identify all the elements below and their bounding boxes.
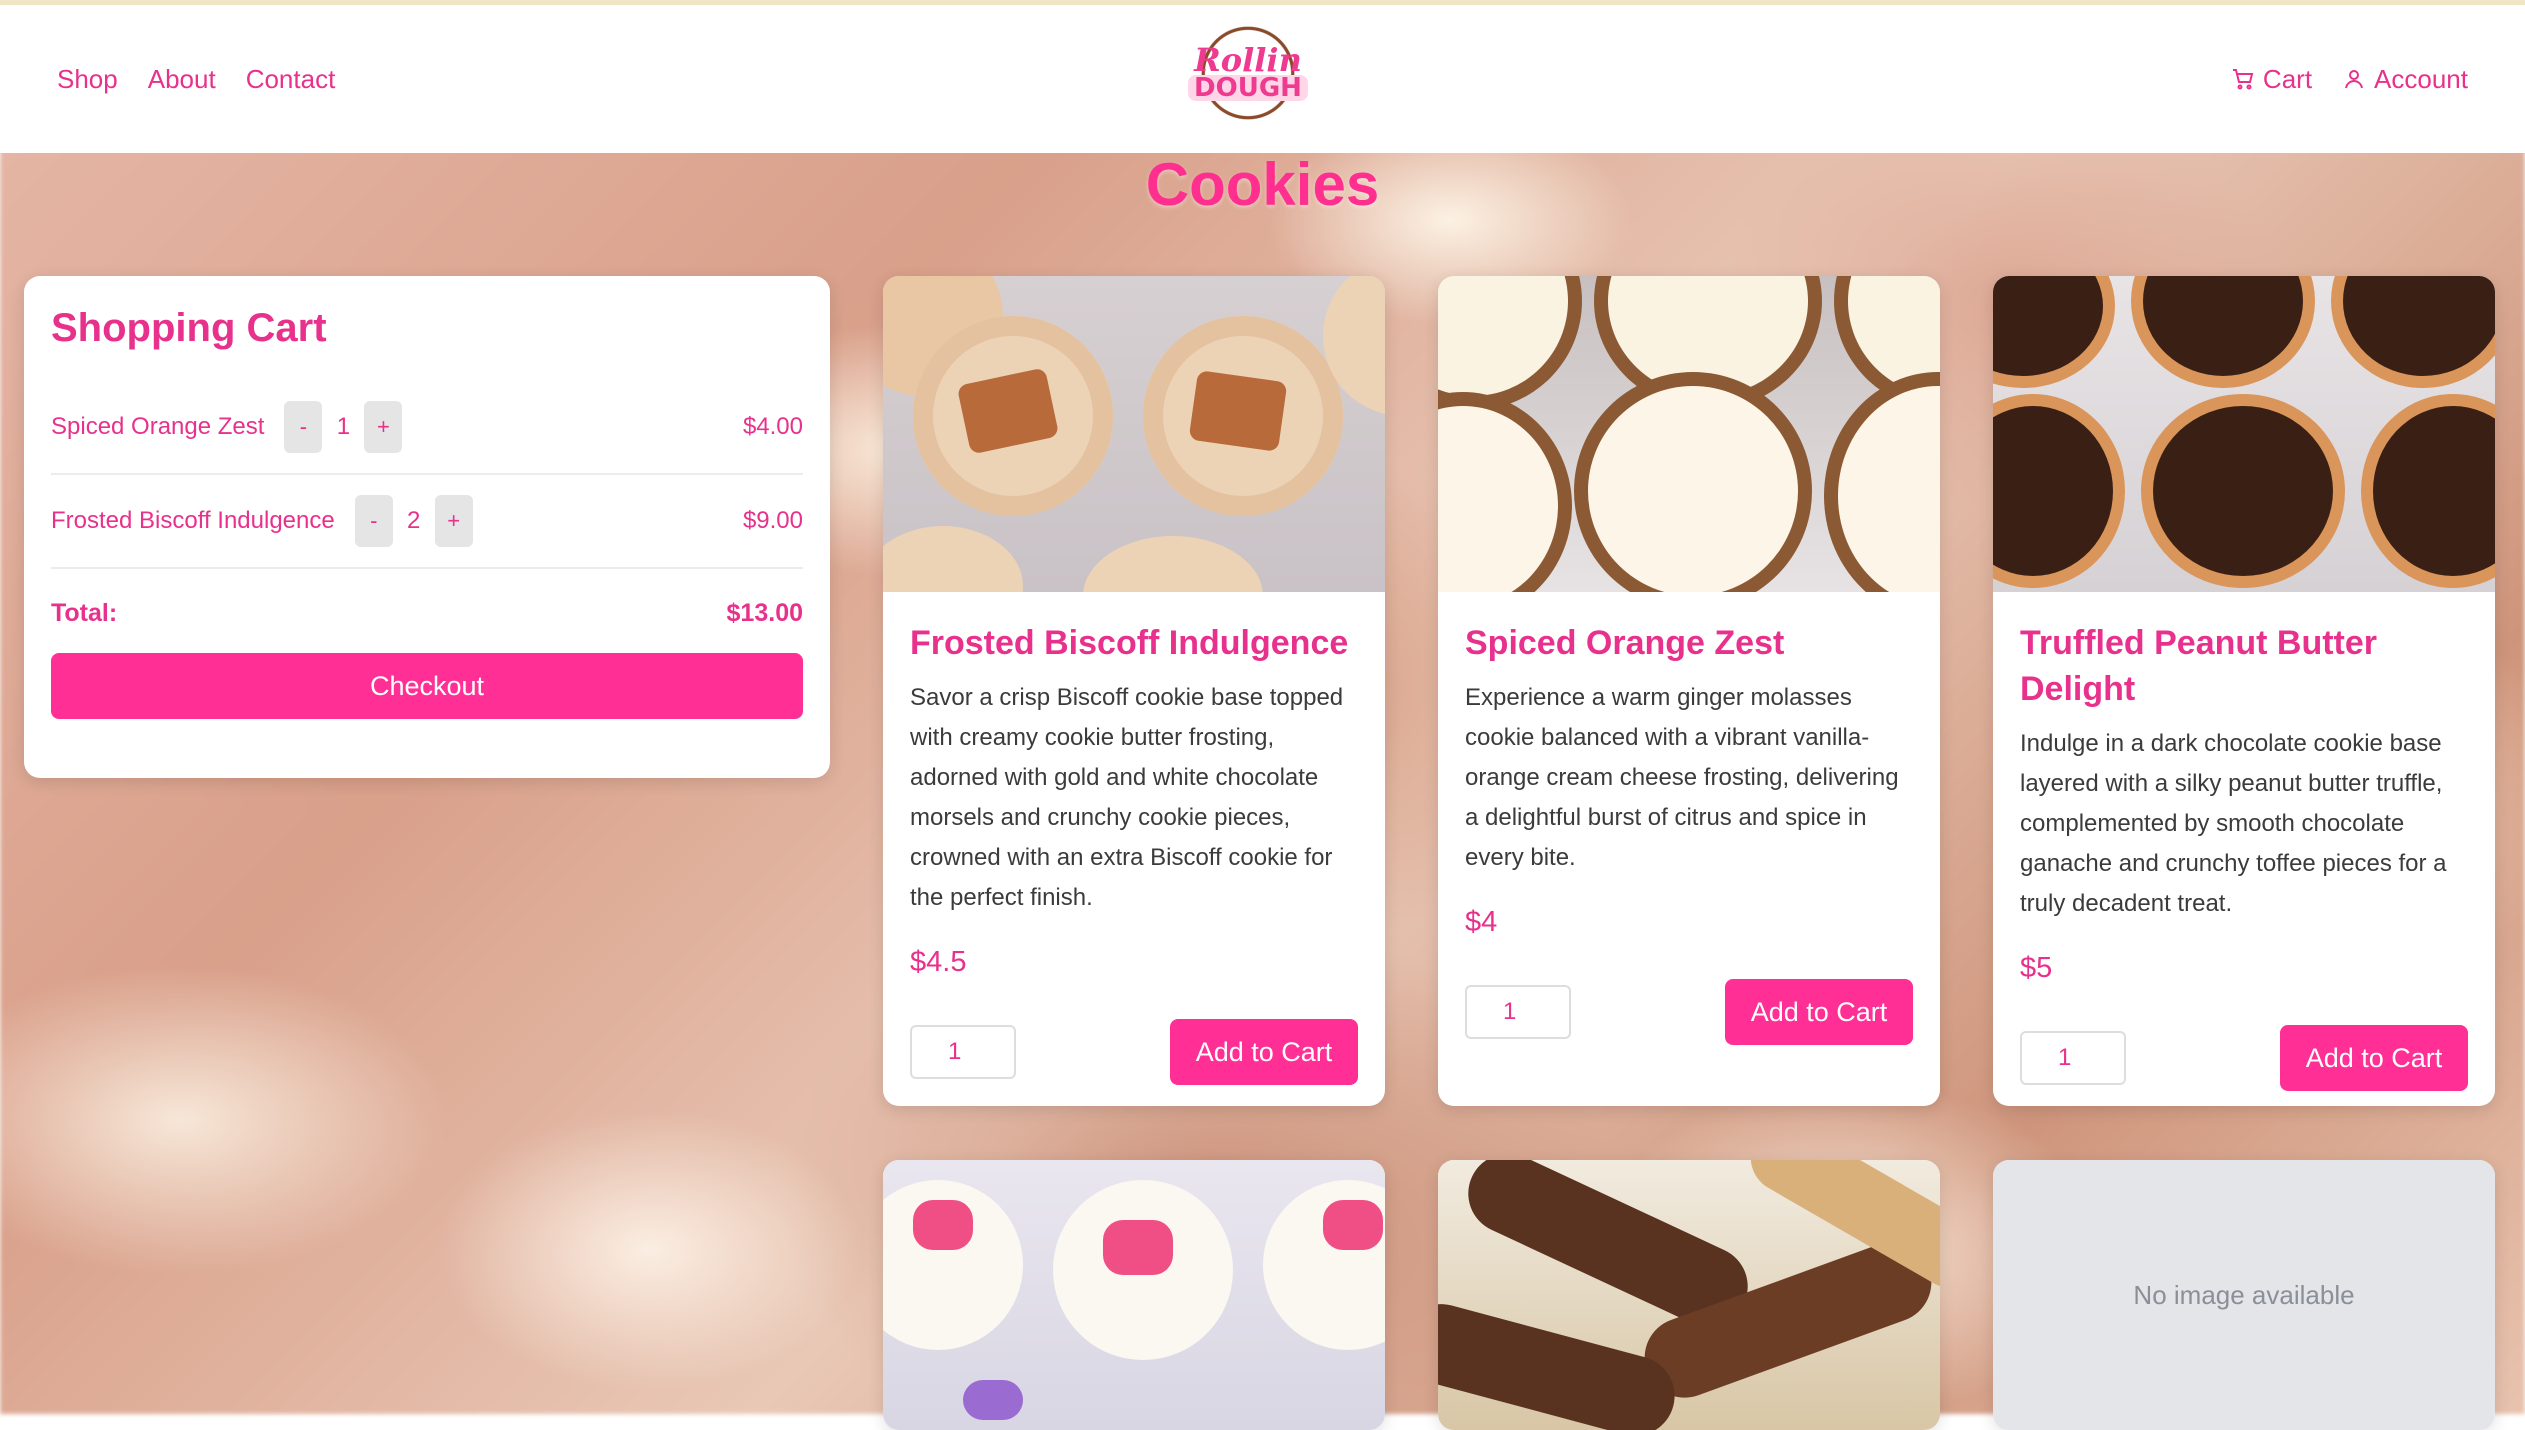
decrease-quantity-button[interactable]: - — [284, 401, 323, 453]
cart-title: Shopping Cart — [51, 306, 327, 350]
nav-about-link[interactable]: About — [148, 64, 216, 95]
product-actions: Add to Cart — [2020, 1025, 2468, 1091]
cart-item: Frosted Biscoff Indulgence - 2 + $9.00 — [51, 475, 803, 569]
cart-item-name: Frosted Biscoff Indulgence — [51, 507, 335, 534]
product-card — [883, 1160, 1385, 1430]
total-label: Total: — [51, 599, 118, 627]
total-value: $13.00 — [726, 599, 803, 627]
cart-item: Spiced Orange Zest - 1 + $4.00 — [51, 381, 803, 475]
product-card-body: Frosted Biscoff Indulgence Savor a crisp… — [883, 592, 1385, 1106]
product-description: Experience a warm ginger molasses cookie… — [1465, 684, 1899, 871]
nav-left: Shop About Contact — [57, 64, 335, 95]
nav-right: Cart Account — [2231, 64, 2468, 95]
product-image — [1993, 276, 2495, 592]
cart-item-quantity: 2 — [407, 507, 421, 534]
product-description: Indulge in a dark chocolate cookie base … — [2020, 730, 2447, 917]
quantity-stepper: - 1 + — [284, 401, 403, 453]
product-card: No image available — [1993, 1160, 2495, 1430]
nav-contact-link[interactable]: Contact — [246, 64, 336, 95]
product-title: Spiced Orange Zest — [1465, 624, 1785, 662]
product-price: $4.5 — [910, 946, 967, 978]
quantity-input[interactable] — [2020, 1031, 2126, 1085]
cart-icon — [2232, 69, 2254, 90]
product-image — [883, 276, 1385, 592]
product-image — [1438, 1160, 1940, 1430]
add-to-cart-button[interactable]: Add to Cart — [1725, 979, 1913, 1045]
product-title: Frosted Biscoff Indulgence — [910, 624, 1349, 662]
product-price: $4 — [1465, 906, 1498, 938]
user-icon — [2345, 70, 2364, 89]
product-card-body: Spiced Orange Zest Experience a warm gin… — [1438, 592, 1940, 1073]
checkout-button[interactable]: Checkout — [51, 653, 803, 719]
quantity-stepper: - 2 + — [354, 495, 473, 547]
cart-link[interactable]: Cart — [2231, 64, 2312, 95]
product-card — [1438, 1160, 1940, 1430]
account-link[interactable]: Account — [2342, 64, 2468, 95]
product-card: Frosted Biscoff Indulgence Savor a crisp… — [883, 276, 1385, 1106]
cart-link-label: Cart — [2262, 63, 2313, 94]
cart-item-quantity: 1 — [336, 413, 351, 440]
increase-quantity-button[interactable]: + — [364, 401, 403, 453]
product-image — [883, 1160, 1385, 1430]
product-image-placeholder: No image available — [1993, 1160, 2495, 1430]
increase-quantity-button[interactable]: + — [434, 495, 473, 547]
product-card: Truffled Peanut Butter Delight Indulge i… — [1993, 276, 2495, 1106]
product-actions: Add to Cart — [1465, 979, 1913, 1045]
cart-item-name: Spiced Orange Zest — [51, 413, 265, 440]
cart-item-price: $4.00 — [742, 413, 803, 440]
quantity-input[interactable] — [910, 1025, 1016, 1079]
product-title: Truffled Peanut Butter Delight — [2020, 624, 2378, 708]
decrease-quantity-button[interactable]: - — [354, 495, 393, 547]
cart-total: Total: $13.00 — [51, 599, 803, 628]
nav-shop-link[interactable]: Shop — [57, 64, 118, 95]
account-link-label: Account — [2374, 63, 2468, 94]
no-image-text: No image available — [1993, 1160, 2495, 1430]
product-price: $5 — [2020, 952, 2053, 984]
product-card-body: Truffled Peanut Butter Delight Indulge i… — [1993, 592, 2495, 1106]
product-description: Savor a crisp Biscoff cookie base topped… — [910, 684, 1344, 911]
page-title: Cookies — [1145, 151, 1380, 218]
product-image — [1438, 276, 1940, 592]
quantity-input[interactable] — [1465, 985, 1571, 1039]
site-logo[interactable]: Rollin DOUGH — [1188, 17, 1308, 129]
cart-item-price: $9.00 — [742, 507, 803, 534]
product-actions: Add to Cart — [910, 1019, 1358, 1085]
add-to-cart-button[interactable]: Add to Cart — [2280, 1025, 2468, 1091]
logo-text-top: Rollin — [1194, 41, 1302, 79]
product-card: Spiced Orange Zest Experience a warm gin… — [1438, 276, 1940, 1106]
add-to-cart-button[interactable]: Add to Cart — [1170, 1019, 1358, 1085]
shopping-cart-panel: Shopping Cart Spiced Orange Zest - 1 + $… — [24, 276, 830, 778]
logo-text-bottom: DOUGH — [1188, 75, 1308, 101]
